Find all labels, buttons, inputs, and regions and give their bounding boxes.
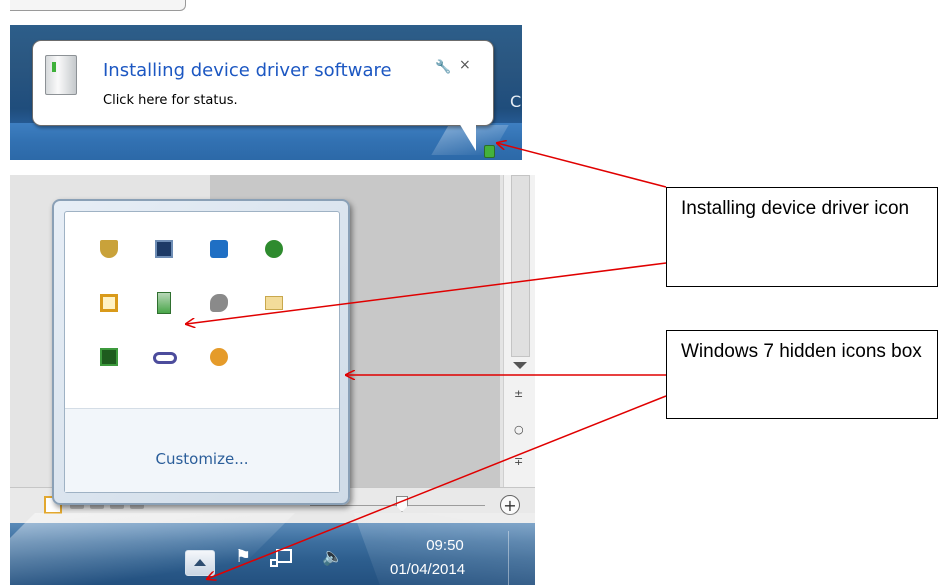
notification-icon-grid [65,212,339,412]
drive-icon [45,55,77,95]
show-hidden-icons-button[interactable] [185,550,215,576]
window-corner [10,0,186,11]
balloon-status-link[interactable]: Click here for status. [103,93,238,108]
vertical-scrollbar[interactable]: ± ○ ∓ [503,175,535,487]
globe-update-icon[interactable] [265,240,283,258]
hidden-icons-box: Customize... [52,199,350,505]
wrench-icon[interactable]: 🔧 [435,60,451,75]
media-play-icon[interactable] [210,240,228,258]
clock-time[interactable]: 09:50 [415,537,475,554]
orange-ring-icon[interactable] [100,294,118,312]
network-icon[interactable] [270,549,292,567]
partial-taskbar-text: C [510,92,522,111]
mail-envelope-icon[interactable] [265,296,283,310]
grey-animal-icon[interactable] [210,294,228,312]
notification-balloon[interactable]: Installing device driver software Click … [32,40,494,126]
action-center-flag-icon[interactable]: ⚑ [235,546,251,567]
taskbar: ⚑ 🔈 09:50 01/04/2014 [10,513,535,585]
customize-link[interactable]: Customize... [65,450,339,468]
next-page-icon[interactable]: ∓ [514,455,523,468]
hidden-icons-screenshot: ± ○ ∓ + ⚑ 🔈 09:50 01/04/2014 Customize..… [10,175,535,585]
green-chip-icon[interactable] [100,348,118,366]
scrollbar-thumb[interactable] [511,175,530,357]
balloon-title[interactable]: Installing device driver software [103,60,392,81]
volume-icon[interactable]: 🔈 [322,547,343,567]
callout-driver-icon-text: Installing device driver icon [681,198,910,219]
orange-upload-icon[interactable] [210,348,228,366]
close-icon[interactable]: × [459,57,471,73]
chevron-up-icon [194,559,206,566]
zoom-in-button[interactable]: + [500,495,520,515]
balloon-screenshot: C Installing device driver software Clic… [10,0,522,160]
callout-driver-icon: Installing device driver icon [666,187,938,287]
callout-hidden-box-text: Windows 7 hidden icons box [681,341,922,362]
security-shield-icon[interactable] [100,240,118,258]
monitor-display-icon[interactable] [155,240,173,258]
balloon-pointer [459,123,476,151]
device-driver-icon[interactable] [157,292,171,314]
previous-page-icon[interactable]: ± [514,387,523,400]
link-infinity-icon[interactable] [153,352,177,364]
hidden-box-footer: Customize... [65,409,339,492]
scroll-down-arrow-icon[interactable] [513,362,527,369]
zoom-slider-thumb[interactable] [396,496,408,512]
tray-driver-icon[interactable] [484,145,495,158]
callout-hidden-box: Windows 7 hidden icons box [666,330,938,419]
clock-date[interactable]: 01/04/2014 [390,561,465,578]
browse-object-icon[interactable]: ○ [514,423,524,436]
